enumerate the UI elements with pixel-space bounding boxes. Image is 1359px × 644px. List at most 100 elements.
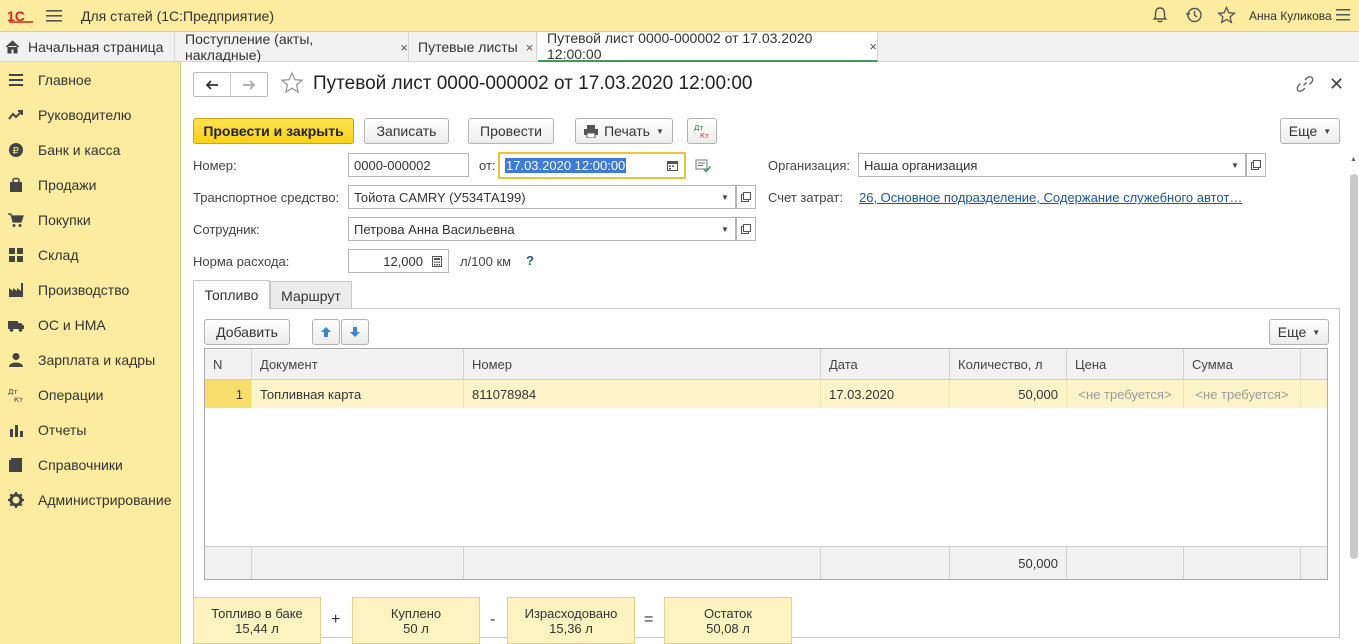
chevron-down-icon[interactable]: ▼	[715, 218, 735, 240]
move-up-button[interactable]	[312, 319, 340, 345]
col-price[interactable]: Цена	[1067, 349, 1184, 380]
close-icon[interactable]: ✕	[1329, 74, 1344, 95]
summary-used-value: 15,36 л	[549, 621, 593, 636]
sidebar-item-operations[interactable]: Дт Кт Операции	[0, 380, 180, 410]
dt-kt-icon: ДтКт	[694, 124, 709, 139]
sidebar-item-fixed-assets[interactable]: ОС и НМА	[0, 310, 180, 340]
sidebar-item-purchases[interactable]: Покупки	[0, 205, 180, 235]
sidebar-item-main[interactable]: Главное	[0, 65, 180, 95]
sidebar-item-label: Отчеты	[38, 422, 87, 438]
tab-home[interactable]: Начальная страница	[0, 32, 175, 62]
back-button[interactable]	[194, 73, 231, 96]
tab-waybills[interactable]: Путевые листы ×	[409, 32, 537, 62]
user-name[interactable]: Анна Куликова	[1249, 9, 1332, 23]
sidebar-item-payroll[interactable]: Зарплата и кадры	[0, 345, 180, 375]
tab-fuel[interactable]: Топливо	[193, 280, 270, 309]
print-button[interactable]: Печать ▼	[575, 118, 673, 144]
scrollbar-thumb[interactable]	[1350, 174, 1358, 559]
dt-kt-button[interactable]: Дт Кт	[687, 118, 717, 144]
document-check-icon[interactable]	[695, 159, 711, 173]
cell-document[interactable]: Топливная карта	[252, 380, 464, 408]
sidebar-item-label: Банк и касса	[38, 142, 121, 158]
cost-account-link[interactable]: 26, Основное подразделение, Содержание с…	[859, 190, 1242, 205]
more-label: Еще	[1277, 324, 1307, 340]
post-button[interactable]: Провести	[468, 118, 554, 144]
calculator-icon[interactable]	[432, 256, 442, 267]
vehicle-field[interactable]: Тойота CAMRY (У534ТА199) ▼	[348, 185, 736, 209]
bag-icon	[10, 177, 22, 192]
summary-tank: Топливо в баке 15,44 л	[193, 597, 321, 644]
open-vehicle-button[interactable]	[736, 185, 756, 209]
number-field[interactable]: 0000-000002	[348, 153, 469, 177]
chevron-down-icon: ▼	[655, 126, 664, 136]
sidebar-item-manager[interactable]: Руководителю	[0, 100, 180, 130]
favorite-star-icon[interactable]	[280, 71, 304, 95]
cell-price[interactable]: <не требуется>	[1067, 380, 1184, 408]
close-icon[interactable]: ×	[869, 39, 877, 54]
add-button[interactable]: Добавить	[204, 319, 290, 345]
cell-sum[interactable]: <не требуется>	[1184, 380, 1301, 408]
summary-used-label: Израсходовано	[524, 606, 618, 621]
tab-receipts[interactable]: Поступление (акты, накладные) ×	[175, 31, 409, 63]
cell-date[interactable]: 17.03.2020	[821, 380, 950, 408]
more-menu-icon[interactable]	[1336, 8, 1350, 22]
sidebar-item-production[interactable]: Производство	[0, 275, 180, 305]
summary-rest-value: 50,08 л	[706, 621, 750, 636]
sidebar: Главное Руководителю ₽ Банк и касса Прод…	[0, 62, 181, 644]
cell-quantity[interactable]: 50,000	[950, 380, 1067, 408]
col-sum[interactable]: Сумма	[1184, 349, 1301, 380]
footer-cell	[464, 547, 821, 579]
factory-icon	[9, 283, 23, 297]
chevron-down-icon[interactable]: ▼	[1225, 154, 1245, 176]
tab-route[interactable]: Маршрут	[270, 281, 352, 309]
svg-text:Кт: Кт	[14, 396, 23, 403]
help-icon[interactable]: ?	[526, 253, 534, 268]
open-organization-button[interactable]	[1246, 153, 1266, 177]
favorites-star-icon[interactable]	[1217, 6, 1236, 24]
history-icon[interactable]	[1185, 6, 1203, 24]
sidebar-item-sales[interactable]: Продажи	[0, 170, 180, 200]
forward-button[interactable]	[231, 73, 268, 96]
document-form: Путевой лист 0000-000002 от 17.03.2020 1…	[181, 62, 1359, 644]
col-quantity[interactable]: Количество, л	[950, 349, 1067, 380]
cell-number[interactable]: 811078984	[464, 380, 821, 408]
summary-bought-label: Куплено	[390, 606, 442, 621]
date-field[interactable]: 17.03.2020 12:00:00	[498, 152, 686, 179]
open-employee-button[interactable]	[736, 217, 756, 241]
sidebar-item-admin[interactable]: Администрирование	[0, 485, 180, 515]
cell-n: 1	[205, 380, 252, 408]
norm-field[interactable]: 12,000	[348, 249, 449, 273]
organization-field[interactable]: Наша организация ▼	[858, 153, 1246, 177]
sidebar-item-warehouse[interactable]: Склад	[0, 240, 180, 270]
tab-current-waybill[interactable]: Путевой лист 0000-000002 от 17.03.2020 1…	[538, 30, 878, 62]
table-more-button[interactable]: Еще ▼	[1269, 319, 1329, 345]
move-down-button[interactable]	[341, 319, 369, 345]
sidebar-item-label: ОС и НМА	[38, 317, 106, 333]
chevron-down-icon[interactable]: ▼	[715, 186, 735, 208]
col-document[interactable]: Документ	[252, 349, 464, 380]
sidebar-item-reports[interactable]: Отчеты	[0, 415, 180, 445]
post-and-close-button[interactable]: Провести и закрыть	[193, 118, 354, 144]
close-icon[interactable]: ×	[400, 40, 408, 55]
1c-logo-icon[interactable]: 1С	[7, 8, 35, 24]
save-button[interactable]: Записать	[364, 118, 449, 144]
calendar-icon[interactable]	[667, 160, 678, 171]
table-row[interactable]: 1 Топливная карта 811078984 17.03.2020 5…	[205, 380, 1327, 408]
more-button[interactable]: Еще ▼	[1280, 118, 1340, 144]
nav-buttons	[193, 72, 268, 97]
sidebar-item-bank[interactable]: ₽ Банк и касса	[0, 135, 180, 165]
scroll-up-icon[interactable]: ▲	[1350, 156, 1357, 163]
employee-field[interactable]: Петрова Анна Васильевна ▼	[348, 217, 736, 241]
open-icon	[741, 224, 751, 234]
footer-cell	[1184, 547, 1301, 579]
svg-text:Дт: Дт	[694, 124, 704, 132]
col-n[interactable]: N	[205, 349, 252, 380]
col-number[interactable]: Номер	[464, 349, 821, 380]
link-icon[interactable]	[1296, 75, 1314, 93]
sidebar-item-catalogs[interactable]: Справочники	[0, 450, 180, 480]
close-icon[interactable]: ×	[526, 40, 534, 55]
tab-label: Путевые листы	[418, 39, 518, 55]
col-date[interactable]: Дата	[821, 349, 950, 380]
bell-icon[interactable]	[1151, 6, 1169, 24]
menu-icon[interactable]	[46, 9, 62, 23]
